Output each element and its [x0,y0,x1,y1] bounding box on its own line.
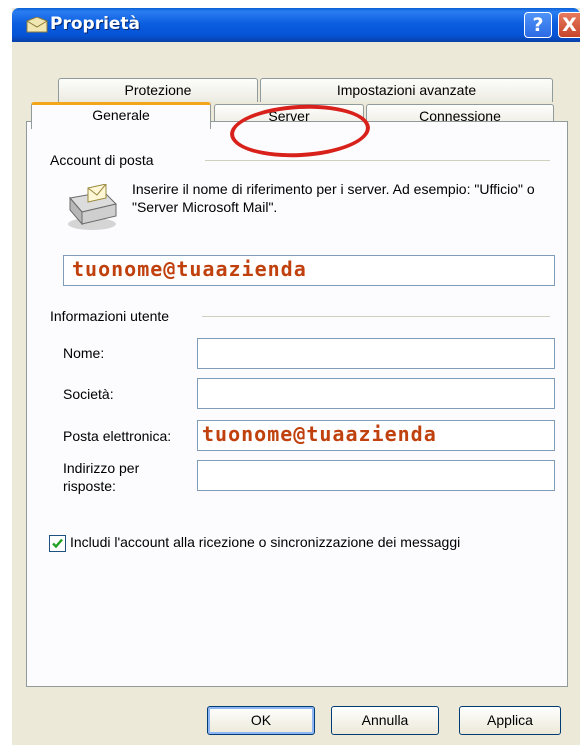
reply-label-line1: Indirizzo per [63,460,140,476]
user-section-title: Informazioni utente [50,308,170,324]
email-label: Posta elettronica: [63,428,172,444]
email-field[interactable]: tuonome@tuaazienda [197,420,555,451]
help-button[interactable]: ? [524,12,552,38]
include-account-checkbox[interactable] [49,535,66,552]
tab-protezione[interactable]: Protezione [58,78,258,102]
name-field[interactable] [197,338,555,369]
tab-protezione-label: Protezione [124,82,192,98]
company-label: Società: [63,386,114,402]
mail-account-icon [68,184,117,230]
ok-button[interactable]: OK [207,706,315,735]
cancel-button[interactable]: Annulla [331,706,439,735]
title-bar[interactable]: Proprietà ? X [12,8,580,42]
account-name-value: tuonome@tuaazienda [72,257,307,281]
apply-button[interactable]: Applica [459,706,561,735]
name-label: Nome: [63,345,105,361]
account-name-field[interactable]: tuonome@tuaazienda [63,255,555,286]
include-account-label[interactable]: Includi l'account alla ricezione o sincr… [70,534,460,550]
user-section-divider [202,316,550,317]
checkmark-icon [52,538,63,549]
account-section-title: Account di posta [50,152,154,168]
account-section-divider [205,160,550,161]
tab-impostazioni-avanzate-label: Impostazioni avanzate [336,82,477,98]
email-value: tuonome@tuaazienda [202,422,437,446]
window-title: Proprietà [50,14,141,34]
tab-generale[interactable]: Generale [31,102,211,129]
envelope-icon [26,17,48,33]
reply-address-field[interactable] [197,460,555,491]
reply-label-line2: risposte: [63,478,116,494]
tab-impostazioni-avanzate[interactable]: Impostazioni avanzate [260,78,553,102]
tab-generale-label: Generale [92,107,150,123]
account-hint-text: Inserire il nome di riferimento per i se… [132,181,535,215]
close-button[interactable]: X [558,12,580,38]
company-field[interactable] [197,378,555,409]
